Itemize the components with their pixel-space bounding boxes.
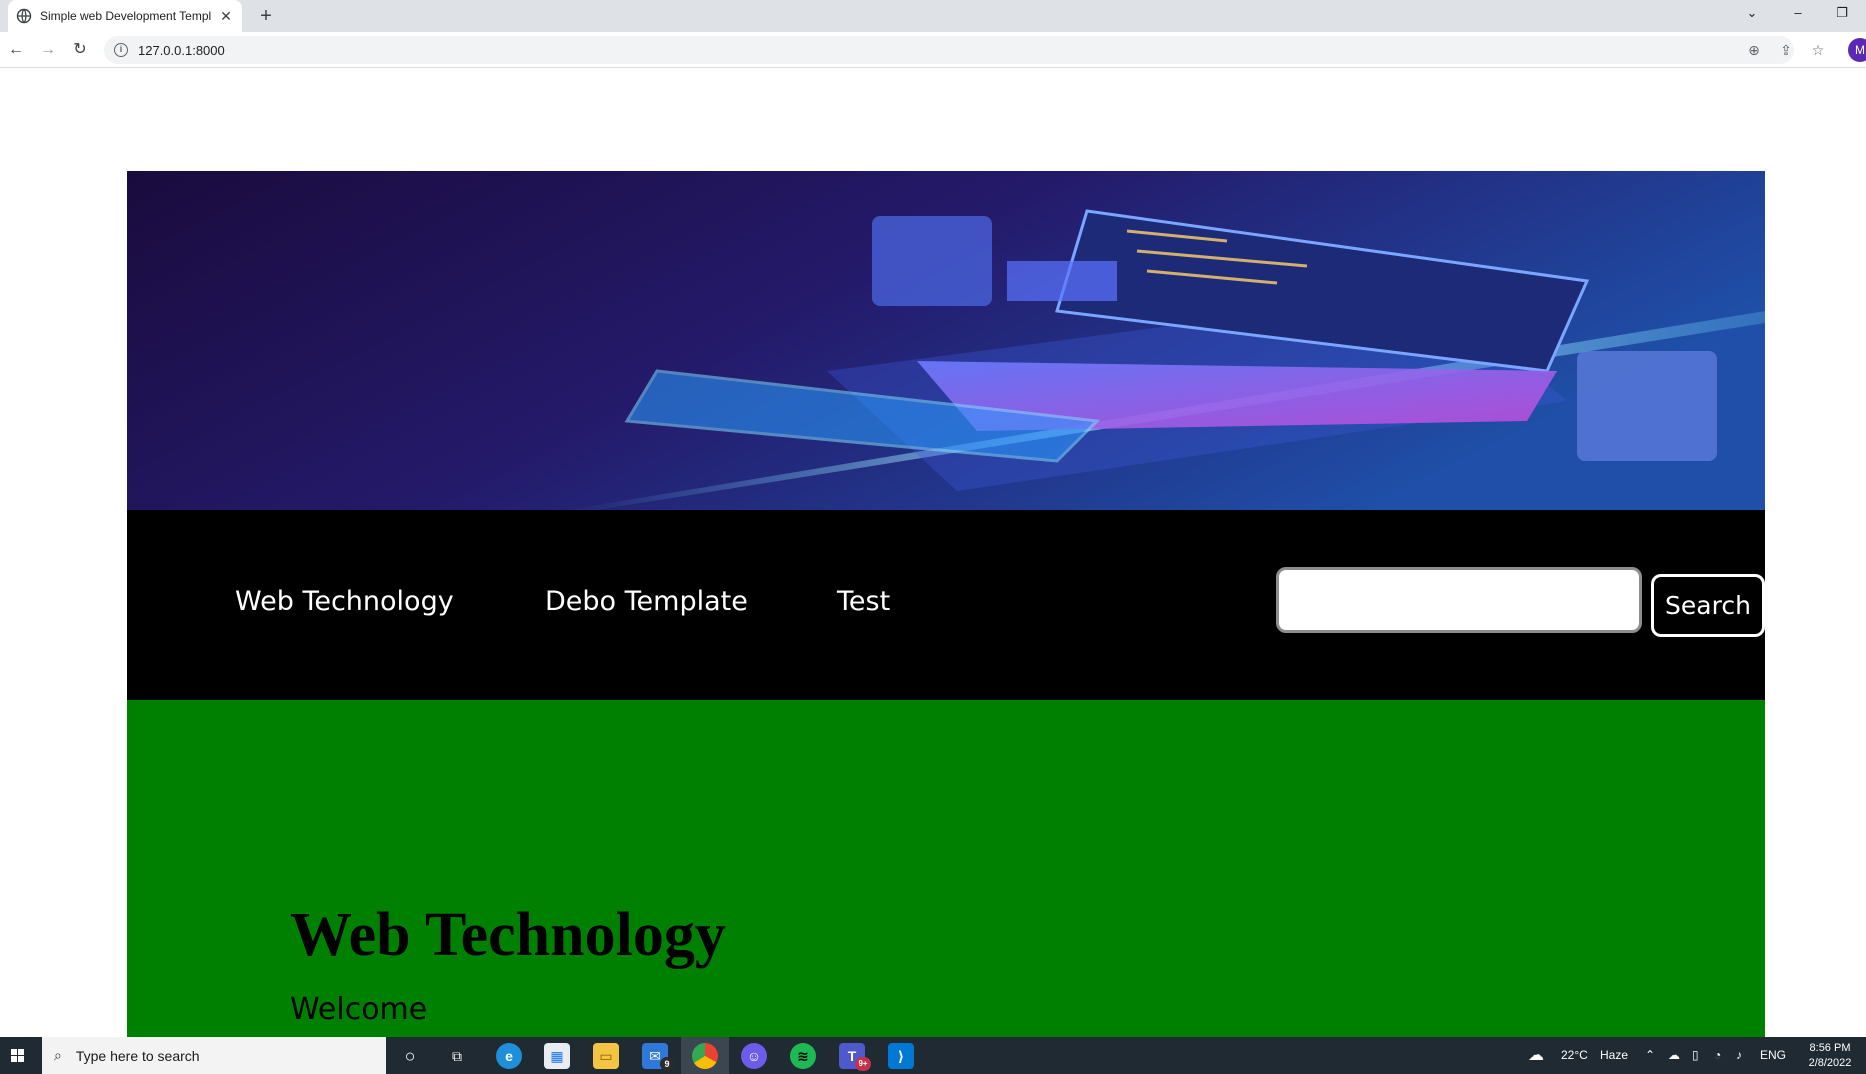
hero-banner-image [127,171,1765,510]
taskbar-search-placeholder: Type here to search [75,1047,200,1064]
tab-title: Simple web Development Templ [40,9,212,23]
weather-temperature[interactable]: 22°C [1561,1037,1588,1074]
task-view-icon[interactable]: ⧉ [444,1043,470,1069]
page-container: Web Technology Debo Template Test Search… [127,171,1765,1037]
weather-condition[interactable]: Haze [1600,1037,1628,1074]
language-indicator[interactable]: ENG [1760,1037,1786,1074]
clock-date: 2/8/2022 [1808,1057,1852,1069]
mail-badge: 9 [660,1057,674,1071]
browser-tab[interactable]: Simple web Development Templ ✕ [8,0,242,32]
main-navbar: Web Technology Debo Template Test Search [127,510,1765,700]
wifi-icon[interactable]: ◔ [1714,1037,1721,1074]
address-bar[interactable]: i 127.0.0.1:8000 [104,36,1794,64]
spotify-icon[interactable]: ≋ [790,1043,816,1069]
bookmark-star-icon[interactable]: ☆ [1806,38,1830,62]
edge-icon[interactable]: e [496,1043,522,1069]
info-icon[interactable]: i [114,43,128,57]
chevron-up-icon[interactable]: ⌃ [1645,1037,1655,1074]
profile-avatar[interactable]: M [1848,38,1866,62]
search-icon: ⌕ [54,1047,62,1063]
teams-badge: 9+ [855,1057,871,1071]
windows-taskbar: ⌕ Type here to search ○ ⧉ e ▦ ▭ ✉ 9 ☺ ≋ … [0,1037,1866,1074]
weather-icon[interactable]: ☁ [1528,1037,1544,1074]
volume-icon[interactable]: ♪ [1736,1037,1742,1074]
page-viewport: Web Technology Debo Template Test Search… [0,69,1866,1037]
tab-search-icon[interactable]: ⌄ [1732,0,1772,28]
browser-tab-bar: Simple web Development Templ ✕ + ⌄ – ❐ [0,0,1866,32]
globe-icon [16,8,32,24]
new-tab-icon[interactable]: + [254,4,278,28]
store-icon[interactable]: ▦ [544,1043,570,1069]
forward-icon[interactable]: → [36,38,60,62]
content-section: Web Technology Welcome [127,700,1765,1037]
back-icon[interactable]: ← [4,38,28,62]
close-tab-icon[interactable]: ✕ [218,8,234,25]
windows-start-icon[interactable] [0,1037,36,1074]
system-clock[interactable]: 8:56 PM 2/8/2022 [1800,1041,1860,1071]
minimize-icon[interactable]: – [1778,0,1818,28]
page-heading: Web Technology [290,901,726,969]
onedrive-icon[interactable]: ☁ [1668,1037,1680,1074]
nav-link-debo-template[interactable]: Debo Template [545,586,748,617]
browser-toolbar: ← → ↻ i 127.0.0.1:8000 ⊕ ⇪ ☆ [0,32,1866,68]
url-text: 127.0.0.1:8000 [138,42,225,58]
clock-time: 8:56 PM [1809,1042,1851,1054]
search-button[interactable]: Search [1651,574,1765,637]
vscode-icon[interactable]: ⟩ [888,1043,914,1069]
restore-icon[interactable]: ❐ [1822,0,1862,28]
cortana-icon[interactable]: ○ [397,1043,423,1069]
nav-link-test[interactable]: Test [837,586,890,617]
taskbar-search-box[interactable]: ⌕ Type here to search [42,1037,386,1074]
battery-icon[interactable]: ▯ [1692,1037,1699,1074]
share-icon[interactable]: ⇪ [1774,38,1798,62]
chat-app-icon[interactable]: ☺ [741,1043,767,1069]
file-explorer-icon[interactable]: ▭ [593,1043,619,1069]
nav-link-web-technology[interactable]: Web Technology [235,586,454,617]
welcome-text: Welcome [290,992,428,1027]
zoom-icon[interactable]: ⊕ [1742,38,1766,62]
reload-icon[interactable]: ↻ [68,38,92,62]
chrome-icon[interactable] [692,1043,718,1069]
search-input[interactable] [1276,567,1642,633]
